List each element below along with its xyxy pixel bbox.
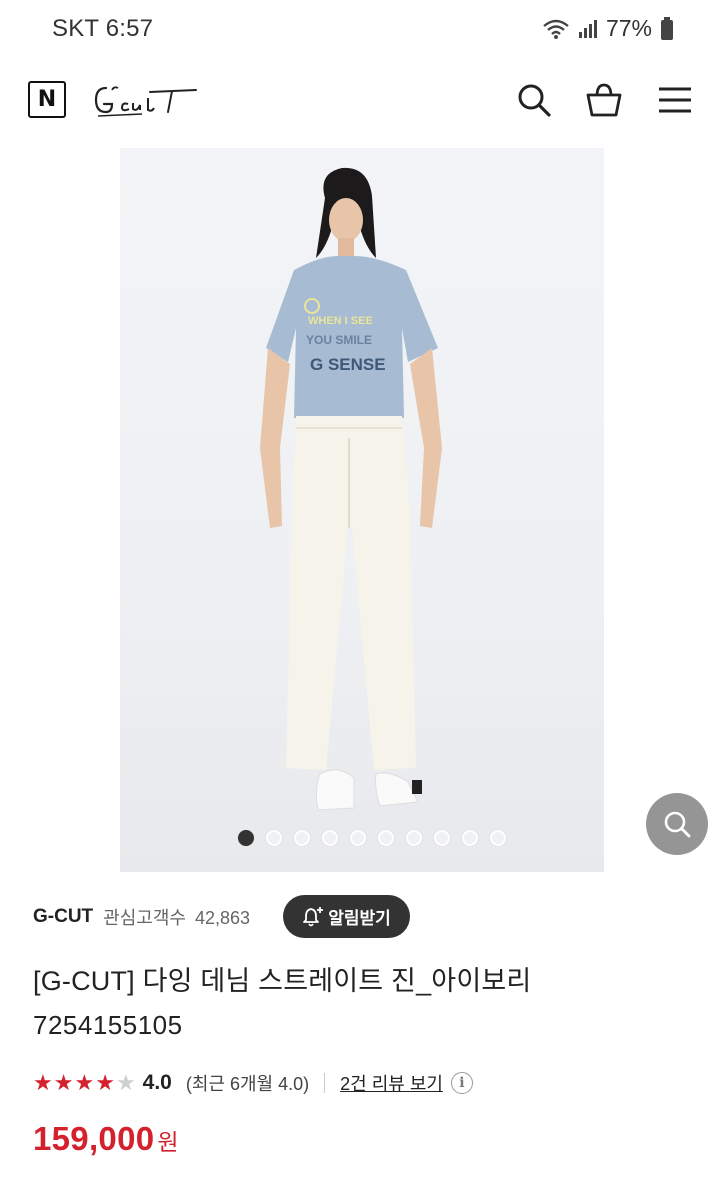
svg-text:G SENSE: G SENSE [310, 355, 386, 374]
carousel-dot[interactable] [462, 830, 478, 846]
divider [324, 1073, 326, 1093]
carousel-dot[interactable] [294, 830, 310, 846]
currency: 원 [157, 1129, 179, 1155]
store-name[interactable]: G-CUT [33, 906, 93, 928]
bell-plus-icon [303, 906, 324, 926]
carousel-dot[interactable] [350, 830, 366, 846]
store-info: G-CUT 관심고객수 42,863 [33, 896, 250, 938]
price: 159,000 [33, 1120, 155, 1157]
carousel-dot[interactable] [490, 830, 506, 846]
star-filled-icon: ★ [33, 1070, 53, 1095]
interest-number: 42,863 [194, 908, 251, 928]
star-filled-icon: ★ [95, 1070, 115, 1095]
star-rating: ★ ★ ★ ★ ★ [33, 1072, 136, 1094]
price-row: 159,000 원 [33, 1120, 179, 1158]
carrier-time: SKT 6:57 [52, 15, 154, 42]
alarm-subscribe-button[interactable]: 알림받기 [283, 895, 410, 938]
menu-button[interactable] [655, 80, 695, 120]
star-filled-icon: ★ [74, 1070, 95, 1095]
status-icons: 77% [542, 15, 674, 42]
signal-icon [578, 19, 598, 39]
recent-rating: (최근 6개월 4.0) [185, 1074, 310, 1094]
carousel-dot[interactable] [434, 830, 450, 846]
floating-lens-search-button[interactable] [646, 793, 708, 855]
product-title: [G-CUT] 다잉 데님 스트레이트 진_아이보리 [33, 966, 532, 996]
model-photo: WHEN I SEE YOU SMILE G SENSE [260, 167, 442, 811]
rating-value: 4.0 [142, 1071, 172, 1094]
alarm-button-label: 알림받기 [328, 909, 391, 928]
shopping-bag-button[interactable] [584, 80, 624, 120]
carousel-dot[interactable] [266, 830, 282, 846]
search-icon [664, 811, 691, 838]
search-button[interactable] [514, 80, 554, 120]
interest-label: 관심고객수 [103, 908, 186, 928]
carousel-dot[interactable] [406, 830, 422, 846]
status-bar: SKT 6:57 77% [0, 0, 720, 58]
star-filled-icon: ★ [53, 1070, 74, 1095]
hamburger-menu-icon [659, 87, 691, 113]
search-icon [518, 84, 551, 117]
battery-percent: 77% [605, 15, 652, 41]
star-empty-icon: ★ [115, 1070, 136, 1095]
info-icon[interactable]: i [450, 1072, 473, 1094]
wifi-icon [542, 18, 570, 40]
review-link[interactable]: 2건 리뷰 보기 [340, 1070, 443, 1096]
battery-icon [660, 16, 674, 41]
brand-logo[interactable] [92, 78, 202, 127]
rating-row: ★ ★ ★ ★ ★ 4.0 (최근 6개월 4.0) 2건 리뷰 보기 i [33, 1066, 473, 1100]
header: N [0, 58, 720, 142]
carousel-indicators [120, 830, 604, 846]
svg-text:YOU SMILE: YOU SMILE [306, 333, 372, 347]
carousel-dot[interactable] [322, 830, 338, 846]
svg-text:WHEN I SEE: WHEN I SEE [308, 315, 373, 327]
naver-logo[interactable]: N [28, 81, 66, 118]
product-code: 7254155105 [33, 1010, 183, 1040]
product-image-carousel[interactable]: WHEN I SEE YOU SMILE G SENSE [120, 148, 604, 872]
shopping-bag-icon [586, 83, 622, 117]
interest-count: 관심고객수 42,863 [103, 904, 250, 930]
carousel-dot[interactable] [378, 830, 394, 846]
carousel-dot[interactable] [238, 830, 254, 846]
